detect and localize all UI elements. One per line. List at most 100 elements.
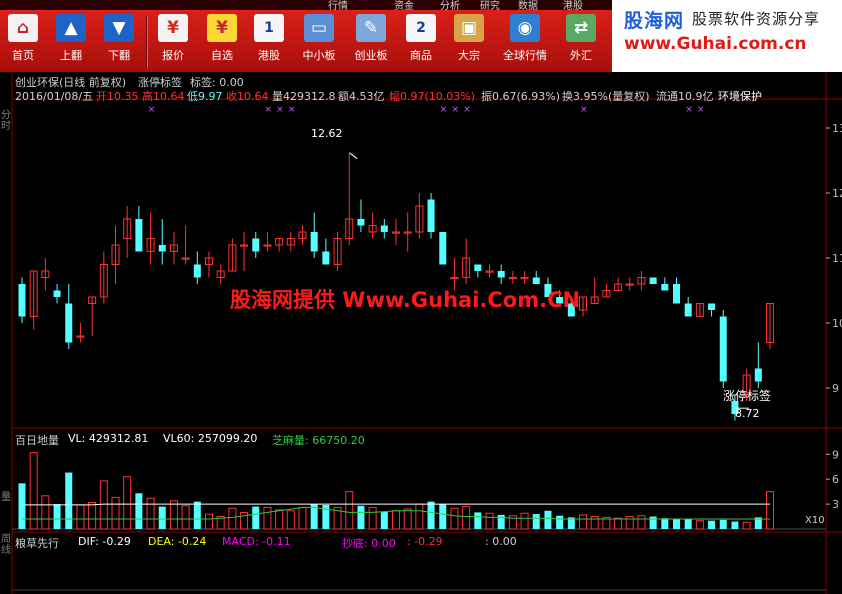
volume-bar xyxy=(263,506,272,530)
menu-item[interactable]: 资金 xyxy=(394,0,414,10)
logo-url: www.Guhai.com.cn xyxy=(624,34,807,54)
toolbar-page-down-button[interactable]: ▼ 下翻 xyxy=(96,14,142,70)
price-tick-label: 13 xyxy=(832,122,842,135)
toolbar-page-up-button[interactable]: ▲ 上翻 xyxy=(48,14,94,70)
toolbar-forex-button[interactable]: ⇄ 外汇 xyxy=(558,14,604,70)
toolbar-label: 外汇 xyxy=(570,49,592,62)
arrow-up-icon: ▲ xyxy=(56,14,86,42)
macd-value: : -0.29 xyxy=(407,535,443,548)
macd-bottom: 抄底: 0.00 xyxy=(342,537,396,550)
volume-bar xyxy=(485,512,494,530)
toolbar-label: 报价 xyxy=(162,49,184,62)
menu-item[interactable]: 分析 xyxy=(440,0,460,10)
toolbar-label: 自选 xyxy=(211,49,233,62)
bar-amplitude: 振0.67(6.93%) xyxy=(481,90,561,103)
toolbar-home-button[interactable]: ⌂ 首页 xyxy=(0,14,46,70)
volume-scale-label: X10 xyxy=(805,515,825,526)
menu-item[interactable]: 行情 xyxy=(328,0,348,10)
sesame-volume-line xyxy=(22,506,770,520)
candle-body xyxy=(193,264,201,278)
signal-marker: × xyxy=(697,105,705,115)
logo-tagline: 股票软件资源分享 xyxy=(692,10,821,28)
toolbar-quote-button[interactable]: ¥ 报价 xyxy=(150,14,196,70)
volume-bar xyxy=(181,505,190,530)
menu-bar: 行情 资金 分析 研究 数据 港股 xyxy=(0,0,612,10)
exchange-icon: ⇄ xyxy=(566,14,596,42)
volume-bar xyxy=(228,507,237,530)
volume-bar xyxy=(742,521,751,530)
bar-turnover: 换3.95%(量复权) xyxy=(562,90,650,103)
volume-bar xyxy=(649,516,657,529)
volume-bar xyxy=(590,516,599,530)
volume-tick-label: 6 xyxy=(832,473,839,486)
volume-ma60-line xyxy=(22,503,770,506)
toolbar-watchlist-button[interactable]: ¥ 自选 xyxy=(199,14,245,70)
bar-close: 收10.64 xyxy=(226,90,269,103)
volume-bar xyxy=(614,517,623,530)
bar-float: 流通10.9亿 xyxy=(656,90,714,103)
kline-chart-svg[interactable]: 131211109963×××××××××× xyxy=(0,72,842,594)
volume-bar xyxy=(99,480,108,530)
volume-bar xyxy=(661,518,669,529)
bar-concept: 环境保护 xyxy=(718,90,762,103)
toolbar-hk-button[interactable]: 1 港股 xyxy=(246,14,292,70)
toolbar-gem-button[interactable]: ✎ 创业板 xyxy=(348,14,394,70)
window-icon: ▭ xyxy=(304,14,334,42)
volume-bar xyxy=(111,496,120,530)
menu-item[interactable]: 数据 xyxy=(518,0,538,10)
toolbar-bulk-button[interactable]: ▣ 大宗 xyxy=(446,14,492,70)
signal-marker: × xyxy=(440,105,448,115)
toolbar-global-button[interactable]: ◉ 全球行情 xyxy=(502,14,548,70)
volume-bar xyxy=(766,491,774,530)
volume-bar xyxy=(427,501,435,529)
candle-body xyxy=(322,251,330,265)
volume-bar xyxy=(684,519,692,529)
side-label-weekly[interactable]: 周线 xyxy=(1,534,11,556)
main-toolbar: 行情 资金 分析 研究 数据 港股 ⌂ 首页 ▲ 上翻 ▼ 下翻 ¥ 报价 ¥ … xyxy=(0,0,612,73)
candle-body xyxy=(18,284,26,317)
toolbar-label: 港股 xyxy=(258,49,280,62)
volume-bar xyxy=(731,521,739,529)
menu-item[interactable]: 研究 xyxy=(480,0,500,10)
volume-bar xyxy=(556,515,564,529)
toolbar-sme-button[interactable]: ▭ 中小板 xyxy=(296,14,342,70)
volume-tick-label: 9 xyxy=(832,448,839,461)
high-arrow xyxy=(348,152,358,160)
toolbar-label: 创业板 xyxy=(354,49,388,62)
volume-sesame: 芝麻量: 66750.20 xyxy=(272,434,365,447)
volume-bar xyxy=(65,472,73,529)
site-logo: 股海网 股票软件资源分享 www.Guhai.com.cn xyxy=(612,0,842,72)
volume-bar xyxy=(637,515,646,530)
volume-bar xyxy=(719,519,727,529)
signal-marker: × xyxy=(685,105,693,115)
calendar-2-icon: 2 xyxy=(406,14,436,42)
volume-bar xyxy=(298,506,307,530)
bar-open: 开10.35 xyxy=(96,90,139,103)
limit-up-label: 涨停标签 xyxy=(723,389,772,403)
kline-chart-area[interactable]: 131211109963×××××××××× 创业环保(日线 前复权) 涨停标签… xyxy=(0,72,842,594)
yen-icon: ¥ xyxy=(158,14,188,42)
candle-body xyxy=(684,303,692,317)
volume-bar xyxy=(439,504,447,529)
toolbar-label: 中小板 xyxy=(302,49,336,62)
signal-marker: × xyxy=(288,105,296,115)
volume-indicator-name: 百日地量 xyxy=(15,434,59,447)
candle-body xyxy=(673,284,680,304)
volume-bar xyxy=(146,497,155,530)
signal-marker: × xyxy=(451,105,459,115)
logo-brand: 股海网 xyxy=(624,10,685,32)
volume-bar xyxy=(544,510,552,529)
menu-item[interactable]: 港股 xyxy=(563,0,583,10)
price-tick-label: 9 xyxy=(832,382,839,395)
low-price-label: 8.72 xyxy=(735,407,760,420)
volume-tick-label: 3 xyxy=(832,498,839,511)
volume-bar xyxy=(415,503,424,530)
bar-high: 高10.64 xyxy=(142,90,185,103)
toolbar-commodity-button[interactable]: 2 商品 xyxy=(398,14,444,70)
volume-vl60: VL60: 257099.20 xyxy=(163,432,258,445)
side-label-volume[interactable]: 量 xyxy=(1,492,11,503)
toolbar-label: 上翻 xyxy=(60,49,82,62)
macd-dea: DEA: -0.24 xyxy=(148,535,207,548)
side-label-timeshare[interactable]: 分时 xyxy=(1,110,11,132)
volume-bar xyxy=(462,506,471,530)
